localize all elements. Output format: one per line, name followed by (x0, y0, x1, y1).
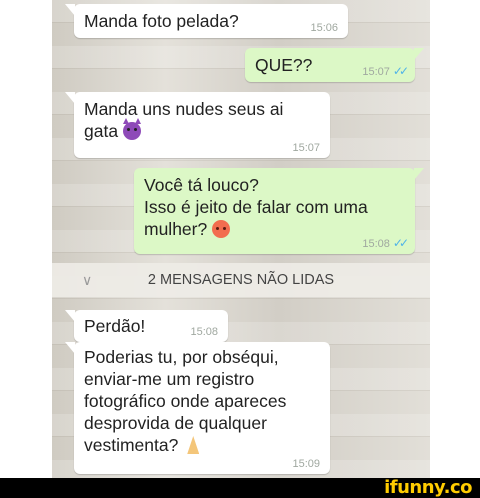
message-time: 15:07 (362, 66, 390, 78)
message-incoming[interactable]: Manda uns nudes seus ai gata 15:07 (65, 92, 330, 158)
message-text: Perdão! (84, 316, 146, 336)
message-time: 15:09 (292, 458, 320, 470)
message-text: Manda uns nudes seus ai gata (84, 99, 284, 141)
message-time: 15:07 (292, 142, 320, 154)
message-text: Você tá louco? Isso é jeito de falar com… (144, 175, 368, 239)
message-text: QUE?? (255, 55, 313, 75)
message-text: Manda foto pelada? (84, 11, 239, 31)
angry-face-icon (212, 220, 231, 238)
ifunny-logo: ifunny.co (384, 477, 472, 498)
chevron-down-icon[interactable]: ∨ (82, 263, 92, 297)
unread-messages-banner: ∨ 2 MENSAGENS NÃO LIDAS (52, 263, 430, 297)
message-meta: 15:08 ✓✓ (362, 236, 409, 250)
message-incoming[interactable]: Poderias tu, por obséqui, enviar-me um r… (65, 342, 330, 474)
message-time: 15:08 (362, 238, 390, 250)
chat-area: Manda foto pelada? 15:06 QUE?? 15:07 ✓✓ M… (52, 0, 430, 482)
message-time: 15:06 (310, 22, 338, 34)
unread-label: 2 MENSAGENS NÃO LIDAS (147, 272, 335, 288)
watermark-bar: ifunny.co (0, 478, 480, 498)
read-receipt-icon: ✓✓ (392, 64, 409, 78)
praying-hands-icon (183, 436, 203, 454)
message-outgoing[interactable]: QUE?? 15:07 ✓✓ (245, 48, 424, 82)
message-outgoing[interactable]: Você tá louco? Isso é jeito de falar com… (134, 168, 424, 254)
message-time: 15:08 (190, 326, 218, 338)
message-meta: 15:07 ✓✓ (362, 64, 409, 78)
smiling-devil-icon (122, 118, 141, 140)
message-incoming[interactable]: Manda foto pelada? 15:06 (65, 4, 348, 38)
read-receipt-icon: ✓✓ (392, 236, 409, 250)
message-incoming[interactable]: Perdão! 15:08 (65, 310, 228, 342)
